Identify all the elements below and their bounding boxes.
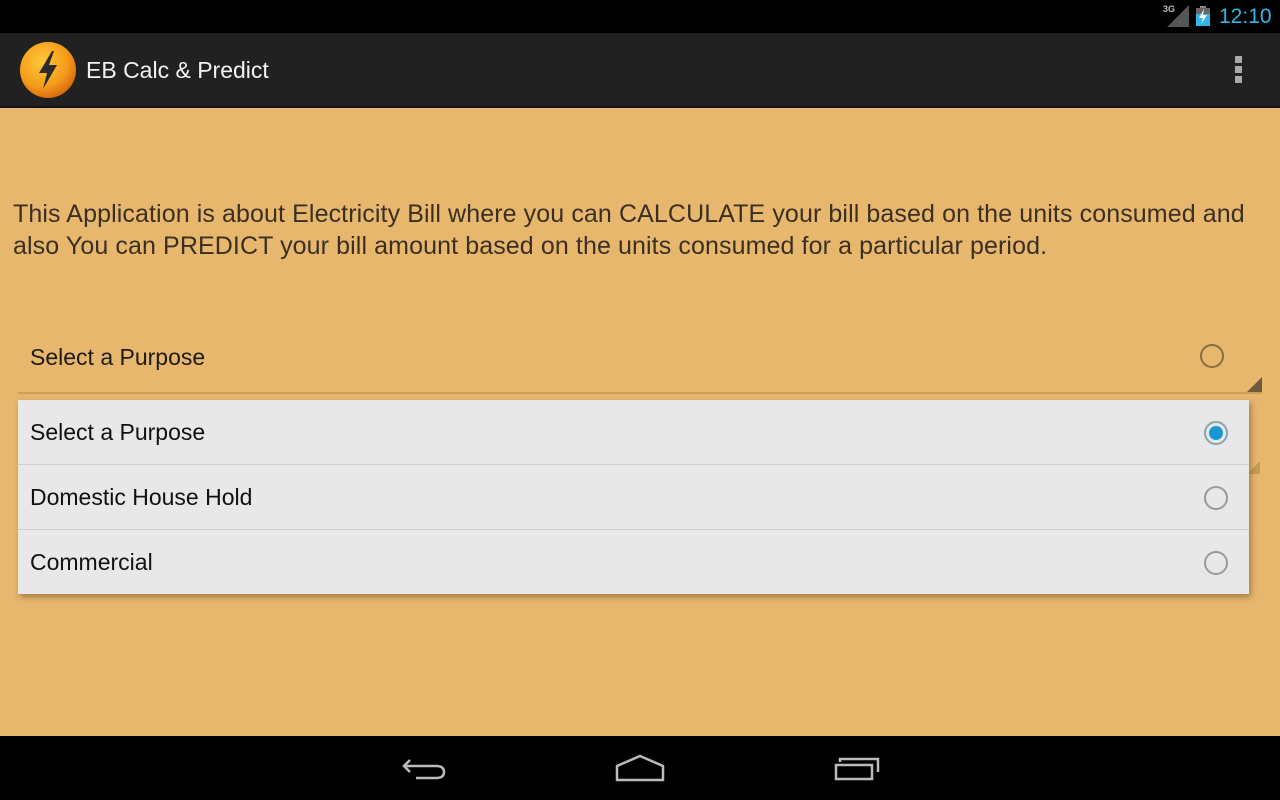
dropdown-option-select-a-purpose[interactable]: Select a Purpose: [18, 400, 1249, 465]
status-bar: 3G 12:10: [0, 0, 1280, 33]
app-title: EB Calc & Predict: [86, 57, 269, 83]
main-content: This Application is about Electricity Bi…: [0, 108, 1280, 736]
radio-icon: [1200, 344, 1224, 368]
back-icon[interactable]: [394, 750, 454, 786]
radio-checked-icon[interactable]: [1204, 421, 1228, 445]
intro-text: This Application is about Electricity Bi…: [13, 200, 1245, 260]
battery-charging-icon: [1196, 6, 1210, 26]
radio-unchecked-icon[interactable]: [1204, 486, 1228, 510]
option-label: Select a Purpose: [30, 419, 206, 445]
purpose-spinner-label: Select a Purpose: [30, 344, 206, 370]
dropdown-option-domestic-house-hold[interactable]: Domestic House Hold: [18, 465, 1249, 530]
option-label: Domestic House Hold: [30, 484, 253, 510]
option-label: Commercial: [30, 549, 153, 575]
purpose-dropdown-list: Select a Purpose Domestic House Hold Com…: [18, 400, 1249, 594]
lightning-bolt-icon[interactable]: [19, 41, 77, 99]
overflow-menu-icon[interactable]: [1226, 53, 1250, 89]
radio-unchecked-icon[interactable]: [1204, 551, 1228, 575]
clock: 12:10: [1219, 5, 1272, 28]
home-icon[interactable]: [610, 750, 670, 786]
dropdown-arrow-icon: [1247, 377, 1262, 392]
purpose-spinner[interactable]: Select a Purpose: [18, 332, 1262, 394]
signal-icon: [1167, 5, 1189, 27]
navigation-bar: [0, 736, 1280, 800]
recent-apps-icon[interactable]: [826, 750, 886, 786]
dropdown-option-commercial[interactable]: Commercial: [18, 530, 1249, 594]
action-bar: EB Calc & Predict: [0, 33, 1280, 108]
